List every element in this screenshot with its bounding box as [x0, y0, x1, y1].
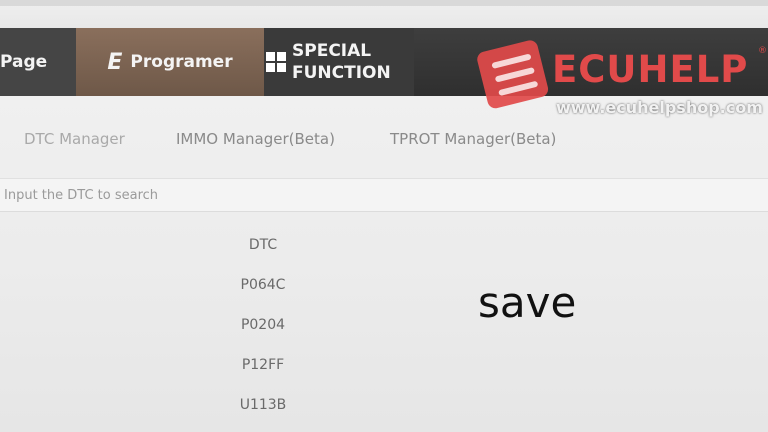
special-line1: SPECIAL [292, 41, 372, 61]
nav-item-page[interactable]: Page [0, 28, 76, 96]
video-caption: save [478, 278, 577, 327]
ecuhelp-watermark: ECUHELP ® www.ecuhelpshop.com [468, 38, 768, 118]
programer-e-icon: E [107, 49, 123, 75]
nav-item-programer[interactable]: E Programer [76, 28, 264, 96]
ecuhelp-logo-icon [477, 40, 549, 109]
nav-item-special-label: SPECIAL FUNCTION [292, 40, 391, 84]
nav-item-page-label: Page [0, 52, 48, 72]
table-row[interactable]: P0204 [200, 308, 326, 348]
nav-item-programer-label: Programer [130, 52, 233, 72]
tab-immo-manager[interactable]: IMMO Manager(Beta) [176, 130, 335, 148]
nav-item-special-function[interactable]: SPECIAL FUNCTION [264, 28, 414, 96]
table-row[interactable]: P12FF [200, 348, 326, 388]
subtab-bar: DTC Manager IMMO Manager(Beta) TPROT Man… [0, 122, 768, 162]
dtc-search-bar [0, 178, 768, 212]
grid-icon [266, 52, 286, 72]
tab-dtc-manager[interactable]: DTC Manager [24, 130, 125, 148]
dtc-search-input[interactable] [0, 179, 360, 211]
table-row[interactable]: U113B [200, 388, 326, 428]
table-row[interactable]: P064C [200, 268, 326, 308]
brand-name: ECUHELP [552, 48, 749, 91]
tab-tprot-manager[interactable]: TPROT Manager(Beta) [390, 130, 556, 148]
special-line2: FUNCTION [292, 63, 391, 83]
dtc-column-header: DTC [248, 237, 278, 253]
brand-registered-mark: ® [758, 46, 767, 56]
dtc-table: DTC P064C P0204 P12FF U113B [200, 228, 326, 428]
screen-bezel [0, 0, 768, 30]
brand-url: www.ecuhelpshop.com [556, 98, 763, 117]
